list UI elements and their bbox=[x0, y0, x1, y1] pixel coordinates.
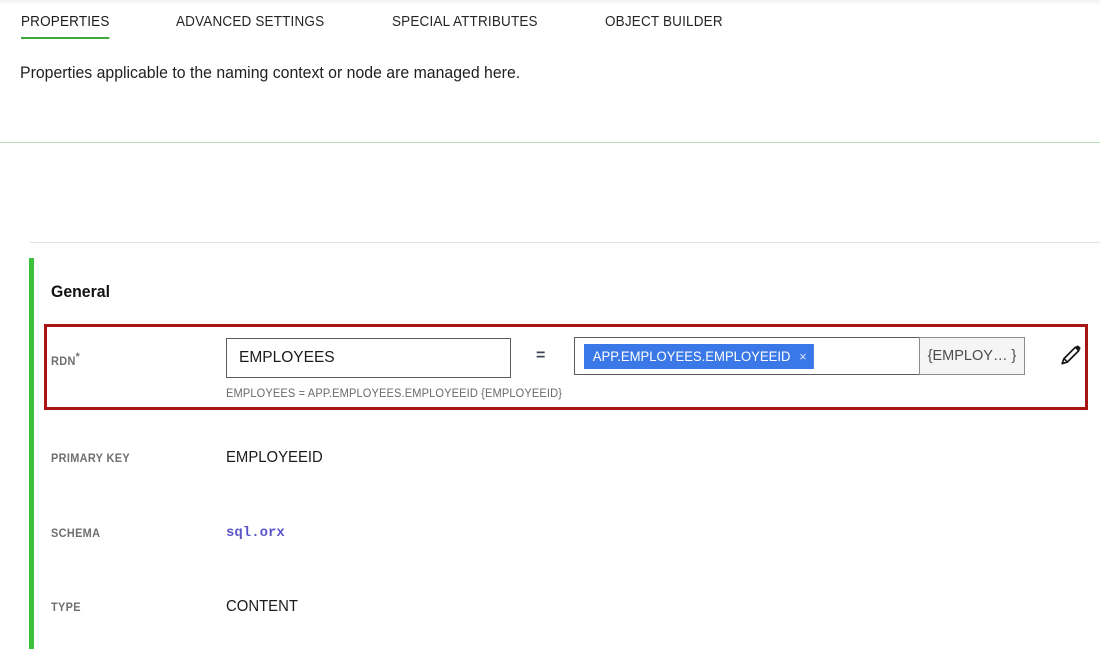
tab-object-builder[interactable]: OBJECT BUILDER bbox=[605, 14, 723, 37]
rdn-helper-text: EMPLOYEES = APP.EMPLOYEES.EMPLOYEEID {EM… bbox=[226, 388, 563, 400]
required-asterisk: * bbox=[75, 351, 81, 363]
tab-properties[interactable]: PROPERTIES bbox=[21, 14, 110, 39]
rdn-suffix-box[interactable]: {EMPLOY… } bbox=[919, 337, 1025, 375]
rdn-label-text: RDN bbox=[51, 355, 76, 368]
rdn-label: RDN* bbox=[51, 351, 80, 368]
schema-value[interactable]: sql.orx bbox=[226, 525, 285, 541]
rdn-equals-operator: = bbox=[536, 347, 546, 364]
properties-page: PROPERTIES ADVANCED SETTINGS SPECIAL ATT… bbox=[0, 0, 1100, 649]
rdn-value-chip[interactable]: APP.EMPLOYEES.EMPLOYEEID × bbox=[584, 344, 815, 369]
page-description: Properties applicable to the naming cont… bbox=[20, 64, 521, 82]
gray-divider bbox=[30, 242, 1100, 243]
close-icon[interactable]: × bbox=[799, 350, 806, 363]
section-title-general: General bbox=[51, 283, 110, 301]
primary-key-value: EMPLOYEEID bbox=[226, 449, 323, 466]
schema-label: SCHEMA bbox=[51, 528, 101, 540]
rdn-input[interactable] bbox=[226, 338, 511, 378]
green-divider bbox=[0, 142, 1100, 143]
tab-advanced-settings[interactable]: ADVANCED SETTINGS bbox=[176, 14, 324, 37]
rdn-chip-label: APP.EMPLOYEES.EMPLOYEEID bbox=[592, 349, 791, 364]
type-label: TYPE bbox=[51, 602, 81, 614]
top-strip bbox=[0, 0, 1100, 5]
tab-bar: PROPERTIES ADVANCED SETTINGS SPECIAL ATT… bbox=[0, 14, 1100, 44]
primary-key-label: PRIMARY KEY bbox=[51, 453, 130, 465]
type-value: CONTENT bbox=[226, 598, 298, 615]
pencil-icon[interactable] bbox=[1059, 343, 1083, 367]
tab-special-attributes[interactable]: SPECIAL ATTRIBUTES bbox=[392, 14, 538, 37]
section-accent-bar bbox=[29, 258, 34, 649]
rdn-chip-field[interactable]: APP.EMPLOYEES.EMPLOYEEID × bbox=[574, 337, 919, 375]
